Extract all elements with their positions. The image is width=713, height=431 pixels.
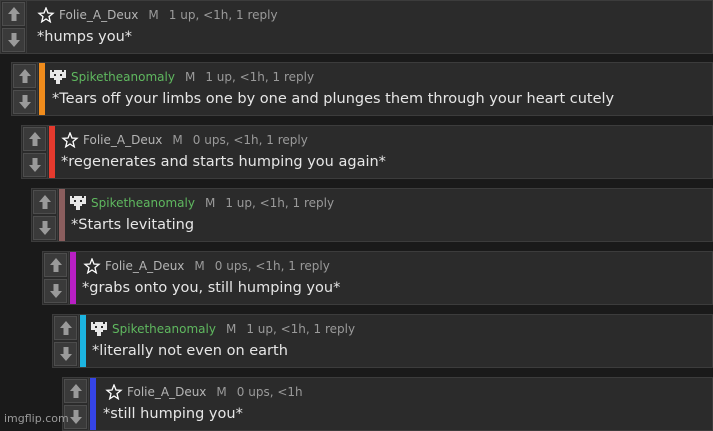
user-badge: M: [204, 196, 216, 210]
upvote-button[interactable]: [33, 190, 56, 214]
vote-controls: [43, 252, 69, 304]
comment-6: Folie_A_Deux M 0 ups, <1h *still humping…: [62, 377, 713, 431]
pixel-cat-icon: [91, 322, 107, 336]
user-badge: M: [148, 8, 159, 22]
comment-meta: Folie_A_Deux M 0 ups, <1h: [105, 384, 303, 400]
arrow-up-icon: [18, 69, 31, 83]
comment-stats: 0 ups, <1h: [236, 385, 303, 399]
username[interactable]: Folie_A_Deux: [105, 259, 184, 273]
comment-5: Spiketheanomaly M 1 up, <1h, 1 reply *li…: [52, 314, 713, 368]
arrow-down-icon: [49, 284, 62, 298]
upvote-button[interactable]: [54, 316, 77, 340]
arrow-down-icon: [38, 221, 51, 235]
user-badge: M: [184, 70, 196, 84]
pixel-cat-icon: [70, 196, 86, 210]
user-badge: M: [172, 133, 183, 147]
username[interactable]: Spiketheanomaly: [71, 70, 175, 84]
upvote-button[interactable]: [64, 379, 87, 403]
comment-stats: 1 up, <1h, 1 reply: [246, 322, 356, 336]
comment-2: Folie_A_Deux M 0 ups, <1h, 1 reply *rege…: [21, 125, 713, 179]
arrow-up-icon: [49, 258, 62, 272]
comment-stats: 0 ups, <1h, 1 reply: [192, 133, 308, 147]
username[interactable]: Spiketheanomaly: [91, 196, 195, 210]
vote-controls: [12, 63, 38, 115]
thread-depth-bar: [80, 315, 86, 367]
user-badge: M: [194, 259, 205, 273]
downvote-button[interactable]: [23, 153, 46, 177]
comment-meta: Folie_A_Deux M 1 up, <1h, 1 reply: [37, 7, 278, 23]
arrow-down-icon: [28, 158, 41, 172]
arrow-down-icon: [7, 33, 20, 47]
username[interactable]: Folie_A_Deux: [83, 133, 162, 147]
thread-depth-bar: [59, 189, 65, 241]
arrow-up-icon: [38, 195, 51, 209]
user-badge: M: [216, 385, 227, 399]
comment-text: *regenerates and starts humping you agai…: [61, 154, 386, 170]
star-icon: [105, 384, 123, 400]
arrow-up-icon: [69, 384, 82, 398]
downvote-button[interactable]: [13, 90, 36, 114]
downvote-button[interactable]: [44, 279, 67, 303]
upvote-button[interactable]: [2, 2, 25, 26]
comment-meta: Spiketheanomaly M 1 up, <1h, 1 reply: [90, 321, 355, 337]
vote-controls: [22, 126, 48, 178]
username[interactable]: Folie_A_Deux: [59, 8, 138, 22]
user-badge: M: [225, 322, 237, 336]
watermark: imgflip.com: [4, 412, 69, 425]
comment-stats: 1 up, <1h, 1 reply: [225, 196, 335, 210]
thread-depth-bar: [90, 378, 96, 430]
downvote-button[interactable]: [2, 28, 25, 52]
comment-stats: 1 up, <1h, 1 reply: [168, 8, 278, 22]
arrow-up-icon: [28, 132, 41, 146]
thread-depth-bar: [49, 126, 55, 178]
comment-0: Folie_A_Deux M 1 up, <1h, 1 reply *humps…: [0, 0, 713, 54]
comment-1: Spiketheanomaly M 1 up, <1h, 1 reply *Te…: [11, 62, 713, 116]
upvote-button[interactable]: [44, 253, 67, 277]
username[interactable]: Spiketheanomaly: [112, 322, 216, 336]
comment-stats: 1 up, <1h, 1 reply: [205, 70, 315, 84]
username[interactable]: Folie_A_Deux: [127, 385, 206, 399]
arrow-up-icon: [7, 7, 20, 21]
star-icon: [83, 258, 101, 274]
arrow-down-icon: [69, 410, 82, 424]
thread-depth-bar: [39, 63, 45, 115]
arrow-down-icon: [59, 347, 72, 361]
comment-3: Spiketheanomaly M 1 up, <1h, 1 reply *St…: [31, 188, 713, 242]
comment-meta: Folie_A_Deux M 0 ups, <1h, 1 reply: [61, 132, 308, 148]
vote-controls: [1, 1, 27, 53]
comment-text: *still humping you*: [103, 406, 243, 422]
upvote-button[interactable]: [23, 127, 46, 151]
comment-4: Folie_A_Deux M 0 ups, <1h, 1 reply *grab…: [42, 251, 713, 305]
comment-text: *Tears off your limbs one by one and plu…: [52, 91, 615, 107]
pixel-cat-icon: [50, 70, 66, 84]
upvote-button[interactable]: [13, 64, 36, 88]
arrow-down-icon: [18, 95, 31, 109]
comment-meta: Spiketheanomaly M 1 up, <1h, 1 reply: [49, 69, 314, 85]
comment-meta: Folie_A_Deux M 0 ups, <1h, 1 reply: [83, 258, 330, 274]
star-icon: [37, 7, 55, 23]
downvote-button[interactable]: [54, 342, 77, 366]
downvote-button[interactable]: [33, 216, 56, 240]
vote-controls: [53, 315, 79, 367]
vote-controls: [32, 189, 58, 241]
comment-text: *Starts levitating: [71, 217, 195, 233]
arrow-up-icon: [59, 321, 72, 335]
comment-text: *humps you*: [37, 29, 133, 45]
comment-text: *literally not even on earth: [92, 343, 288, 359]
thread-depth-bar: [70, 252, 76, 304]
comment-text: *grabs onto you, still humping you*: [82, 280, 341, 296]
star-icon: [61, 132, 79, 148]
comment-meta: Spiketheanomaly M 1 up, <1h, 1 reply: [69, 195, 334, 211]
comment-stats: 0 ups, <1h, 1 reply: [214, 259, 330, 273]
